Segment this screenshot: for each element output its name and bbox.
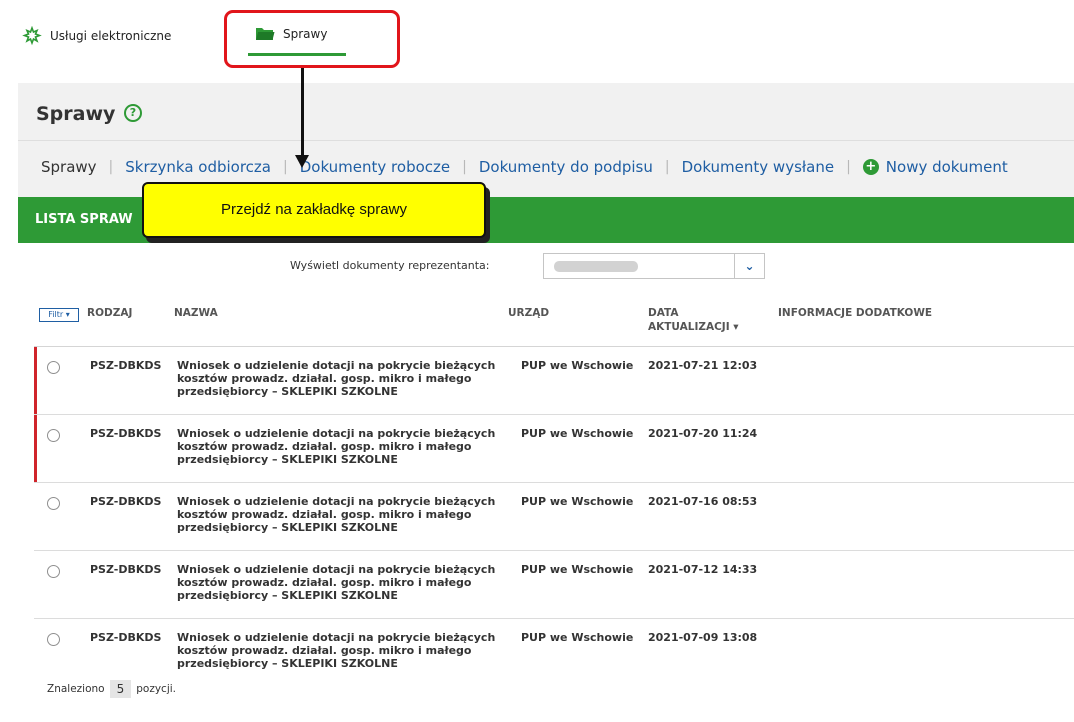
- cell-date: 2021-07-20 11:24: [648, 427, 758, 440]
- table-row[interactable]: PSZ-DBKDS Wniosek o udzielenie dotacji n…: [34, 415, 1074, 483]
- table-row[interactable]: PSZ-DBKDS Wniosek o udzielenie dotacji n…: [34, 551, 1074, 619]
- tab-skrzynka-odbiorcza[interactable]: Skrzynka odbiorcza: [125, 158, 271, 176]
- cell-name: Wniosek o udzielenie dotacji na pokrycie…: [177, 631, 496, 670]
- top-navigation: Usługi elektroniczne Sprawy: [0, 0, 1074, 70]
- tutorial-highlight-box: [224, 10, 400, 68]
- cell-kind: PSZ-DBKDS: [90, 427, 162, 440]
- tab-separator: |: [664, 159, 670, 175]
- column-header-date[interactable]: DATA AKTUALIZACJI ▾: [648, 306, 748, 334]
- cell-kind: PSZ-DBKDS: [90, 359, 162, 372]
- list-title: LISTA SPRAW: [35, 212, 133, 227]
- tutorial-arrow-head: [295, 155, 309, 168]
- cell-kind: PSZ-DBKDS: [90, 631, 162, 644]
- new-document-button[interactable]: + Nowy dokument: [862, 158, 1008, 176]
- representative-label: Wyświetl dokumenty reprezentanta:: [290, 259, 490, 272]
- tutorial-callout: Przejdź na zakładkę sprawy: [142, 182, 486, 238]
- filter-button[interactable]: Filtr ▾: [39, 308, 79, 322]
- tab-dokumenty-robocze[interactable]: Dokumenty robocze: [300, 158, 450, 176]
- row-radio[interactable]: [47, 565, 60, 578]
- tutorial-arrow: [301, 68, 304, 160]
- table-row[interactable]: PSZ-DBKDS Wniosek o udzielenie dotacji n…: [34, 619, 1074, 687]
- cell-name: Wniosek o udzielenie dotacji na pokrycie…: [177, 359, 496, 398]
- new-document-label: Nowy dokument: [885, 158, 1008, 176]
- tab-separator: |: [846, 159, 851, 175]
- nav-uslugi-elektroniczne[interactable]: Usługi elektroniczne: [22, 26, 171, 46]
- cell-office: PUP we Wschowie: [521, 563, 634, 576]
- table-row[interactable]: PSZ-DBKDS Wniosek o udzielenie dotacji n…: [34, 483, 1074, 551]
- cell-name: Wniosek o udzielenie dotacji na pokrycie…: [177, 495, 496, 534]
- cell-office: PUP we Wschowie: [521, 427, 634, 440]
- cell-date: 2021-07-16 08:53: [648, 495, 758, 508]
- tab-separator: |: [462, 159, 467, 175]
- tab-sprawy[interactable]: Sprawy: [41, 158, 97, 176]
- services-icon: [22, 26, 42, 46]
- cell-date: 2021-07-09 13:08: [648, 631, 758, 644]
- cell-date: 2021-07-21 12:03: [648, 359, 758, 372]
- subtab-bar: Sprawy | Skrzynka odbiorcza | Dokumenty …: [41, 158, 1008, 176]
- column-header-kind[interactable]: RODZAJ: [87, 306, 132, 320]
- tab-dokumenty-do-podpisu[interactable]: Dokumenty do podpisu: [479, 158, 653, 176]
- cell-date: 2021-07-12 14:33: [648, 563, 758, 576]
- plus-icon: +: [862, 159, 879, 175]
- results-number: 5: [109, 680, 132, 698]
- row-radio[interactable]: [47, 361, 60, 374]
- tab-separator: |: [108, 159, 114, 175]
- row-radio[interactable]: [47, 429, 60, 442]
- results-suffix: pozycji.: [136, 683, 176, 695]
- tab-separator: |: [283, 159, 288, 175]
- table-row[interactable]: PSZ-DBKDS Wniosek o udzielenie dotacji n…: [34, 347, 1074, 415]
- cell-office: PUP we Wschowie: [521, 495, 634, 508]
- cell-office: PUP we Wschowie: [521, 359, 634, 372]
- help-icon[interactable]: ?: [124, 104, 142, 122]
- cell-office: PUP we Wschowie: [521, 631, 634, 644]
- column-header-name[interactable]: NAZWA: [174, 306, 218, 320]
- results-prefix: Znaleziono: [47, 683, 105, 695]
- column-header-office[interactable]: URZĄD: [508, 306, 549, 320]
- cell-kind: PSZ-DBKDS: [90, 563, 162, 576]
- cell-name: Wniosek o udzielenie dotacji na pokrycie…: [177, 427, 496, 466]
- tab-dokumenty-wyslane[interactable]: Dokumenty wysłane: [682, 158, 834, 176]
- chevron-down-icon[interactable]: ⌄: [734, 254, 764, 278]
- header-divider: [18, 140, 1074, 141]
- row-radio[interactable]: [47, 497, 60, 510]
- results-count: Znaleziono 5 pozycji.: [47, 680, 176, 698]
- representative-select[interactable]: ⌄: [543, 253, 765, 279]
- page-title: Sprawy: [36, 103, 116, 125]
- table-header: Filtr ▾ RODZAJ NAZWA URZĄD DATA AKTUALIZ…: [34, 306, 1074, 346]
- cell-kind: PSZ-DBKDS: [90, 495, 162, 508]
- column-header-info[interactable]: INFORMACJE DODATKOWE: [778, 306, 932, 320]
- nav-uslugi-label: Usługi elektroniczne: [50, 29, 172, 43]
- cell-name: Wniosek o udzielenie dotacji na pokrycie…: [177, 563, 496, 602]
- row-radio[interactable]: [47, 633, 60, 646]
- representative-value-blurred: [554, 261, 638, 272]
